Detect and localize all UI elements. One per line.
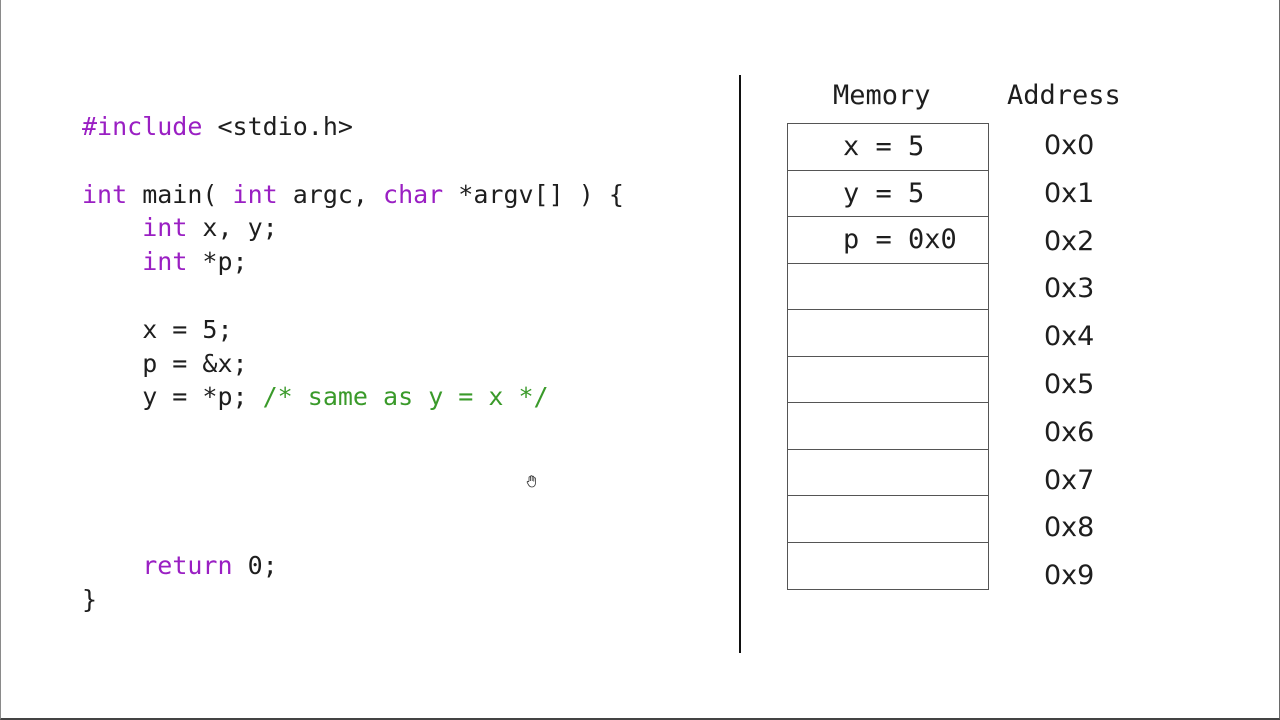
hand-cursor-icon: [526, 475, 536, 488]
code-text: x = 5;: [82, 314, 233, 344]
code-keyword: char: [383, 179, 444, 209]
memory-table: x = 5 y = 5 p = 0x0: [787, 123, 989, 590]
memory-cell: [788, 543, 988, 590]
code-text: <stdio.h>: [202, 112, 353, 141]
address-label: 0x6: [1044, 416, 1095, 448]
memory-cell: x = 5: [788, 124, 988, 171]
code-text: }: [82, 585, 98, 615]
memory-header: Memory: [833, 80, 931, 111]
code-keyword: int: [142, 247, 188, 277]
address-label: 0x9: [1044, 560, 1095, 592]
memory-cell: p = 0x0: [788, 217, 988, 264]
code-keyword: #include: [82, 112, 203, 141]
code-text: main(: [127, 179, 233, 209]
code-line: int *p;: [82, 245, 624, 279]
memory-cell: [788, 357, 988, 403]
code-line: x = 5;: [82, 313, 624, 347]
code-text: x, y;: [187, 213, 278, 243]
memory-cell: [788, 264, 988, 310]
memory-cell: [788, 450, 988, 496]
code-line: #include <stdio.h>: [82, 110, 624, 144]
code-keyword: return: [142, 551, 233, 581]
address-label: 0x8: [1044, 512, 1095, 544]
code-line: return 0;: [82, 549, 624, 583]
code-line: int main( int argc, char *argv[] ) {: [82, 178, 624, 212]
code-comment: /* same as y = x */: [262, 382, 549, 412]
memory-cell: [788, 403, 988, 450]
address-label: 0x7: [1044, 464, 1095, 496]
memory-cell: [788, 310, 988, 357]
code-keyword: int: [142, 213, 188, 243]
code-text: *argv[] ) {: [443, 179, 624, 209]
code-keyword: int: [82, 179, 128, 209]
code-text: p = &x;: [82, 348, 248, 378]
address-label: 0x4: [1044, 321, 1095, 353]
code-block: #include <stdio.h> int main( int argc, ch…: [82, 110, 624, 617]
code-text: 0;: [232, 551, 278, 581]
memory-cell: y = 5: [788, 171, 988, 217]
memory-cell: [788, 496, 988, 543]
address-label: 0x3: [1044, 273, 1095, 305]
code-line: int x, y;: [82, 211, 624, 245]
address-label: 0x5: [1044, 368, 1095, 400]
code-text: argc,: [277, 179, 384, 209]
address-label: 0x1: [1044, 177, 1095, 209]
code-text: *p;: [187, 247, 248, 277]
slide-canvas: #include <stdio.h> int main( int argc, ch…: [0, 0, 1280, 720]
code-keyword: int: [232, 179, 278, 209]
code-text: y = *p;: [82, 382, 263, 412]
divider-line: [739, 75, 741, 653]
address-header: Address: [1007, 80, 1121, 111]
code-line: }: [82, 583, 624, 617]
address-label: 0x2: [1044, 225, 1095, 257]
code-line: p = &x;: [82, 347, 624, 381]
address-label: 0x0: [1044, 130, 1095, 161]
address-column: 0x0 0x1 0x2 0x3 0x4 0x5 0x6 0x7 0x8 0x9: [1044, 123, 1144, 601]
code-line: y = *p; /* same as y = x */: [82, 380, 624, 414]
